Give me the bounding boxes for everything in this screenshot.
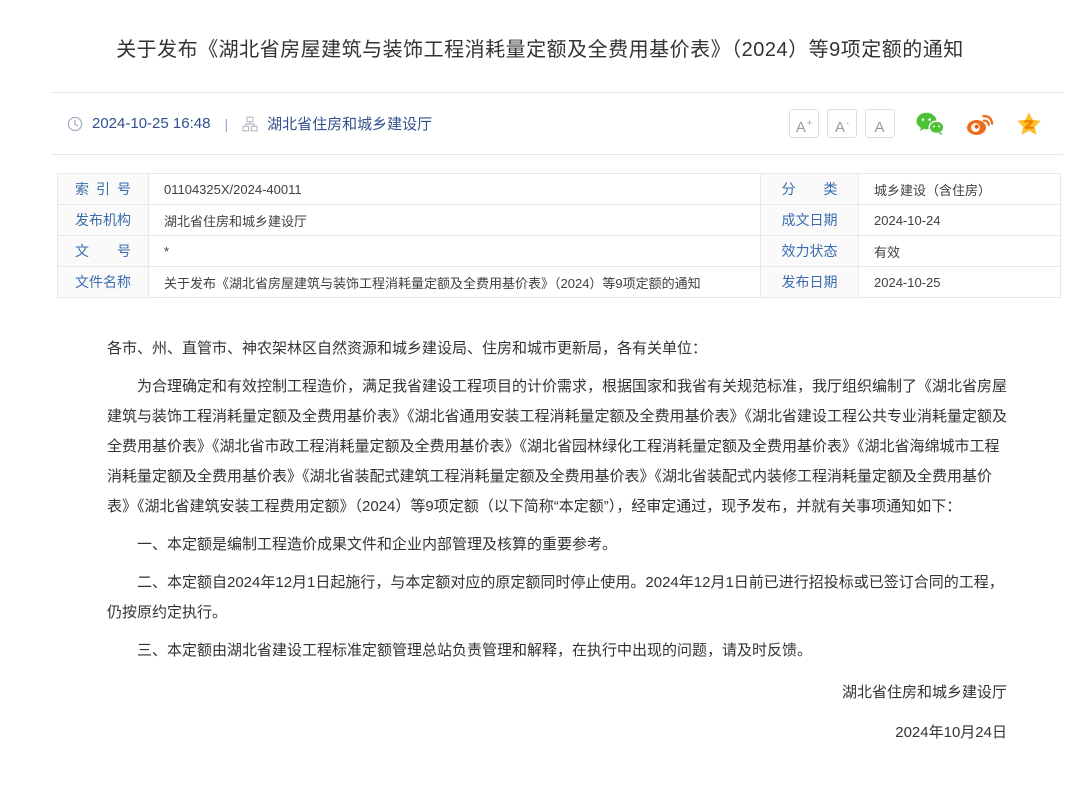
article-page: 关于发布《湖北省房屋建筑与装饰工程消耗量定额及全费用基价表》（2024）等9项定… <box>0 34 1080 748</box>
signature-agency: 湖北省住房和城乡建设厅 <box>107 678 1007 708</box>
article-body: 各市、州、直管市、神农架林区自然资源和城乡建设局、住房和城市更新局，各有关单位：… <box>107 334 1007 748</box>
page-title: 关于发布《湖北省房屋建筑与装饰工程消耗量定额及全费用基价表》（2024）等9项定… <box>60 34 1020 66</box>
document-title-value: 关于发布《湖北省房屋建筑与装饰工程消耗量定额及全费用基价表》（2024）等9项定… <box>149 267 761 298</box>
paragraph-item-3: 三、本定额由湖北省建设工程标准定额管理总站负责管理和解释，在执行中出现的问题，请… <box>107 636 1007 666</box>
written-date-label: 成文日期 <box>761 205 859 236</box>
meta-right: A+ A- A <box>781 109 1043 138</box>
font-increase-button[interactable]: A+ <box>789 109 819 138</box>
document-info-table: 索引号 01104325X/2024-40011 分类 城乡建设（含住房） 发布… <box>57 173 1061 298</box>
document-title-label: 文件名称 <box>58 267 149 298</box>
meta-left: 2024-10-25 16:48 | 湖北省住房和城乡建设厅 <box>67 113 432 134</box>
table-row: 发布机构 湖北省住房和城乡建设厅 成文日期 2024-10-24 <box>58 205 1061 236</box>
validity-status-value: 有效 <box>859 236 1061 267</box>
salutation: 各市、州、直管市、神农架林区自然资源和城乡建设局、住房和城市更新局，各有关单位： <box>107 334 1007 364</box>
category-value: 城乡建设（含住房） <box>859 174 1061 205</box>
paragraph-item-1: 一、本定额是编制工程造价成果文件和企业内部管理及核算的重要参考。 <box>107 530 1007 560</box>
category-label: 分类 <box>761 174 859 205</box>
written-date-value: 2024-10-24 <box>859 205 1061 236</box>
issuing-agency-label: 发布机构 <box>58 205 149 236</box>
organization-icon <box>242 116 258 132</box>
wechat-share-icon[interactable] <box>915 111 945 137</box>
paragraph: 为合理确定和有效控制工程造价，满足我省建设工程项目的计价需求，根据国家和我省有关… <box>107 372 1007 522</box>
table-row: 索引号 01104325X/2024-40011 分类 城乡建设（含住房） <box>58 174 1061 205</box>
meta-separator: | <box>224 116 228 132</box>
table-row: 文件名称 关于发布《湖北省房屋建筑与装饰工程消耗量定额及全费用基价表》（2024… <box>58 267 1061 298</box>
source-agency-link[interactable]: 湖北省住房和城乡建设厅 <box>267 113 432 134</box>
clock-icon <box>67 116 83 132</box>
meta-bar: 2024-10-25 16:48 | 湖北省住房和城乡建设厅 A+ A- A <box>51 93 1063 154</box>
paragraph-item-2: 二、本定额自2024年12月1日起施行，与本定额对应的原定额同时停止使用。202… <box>107 568 1007 628</box>
publish-date-value: 2024-10-25 <box>859 267 1061 298</box>
issuing-agency-value: 湖北省住房和城乡建设厅 <box>149 205 761 236</box>
qzone-share-icon[interactable] <box>1015 111 1043 137</box>
divider <box>51 154 1063 155</box>
index-number-value: 01104325X/2024-40011 <box>149 174 761 205</box>
validity-status-label: 效力状态 <box>761 236 859 267</box>
weibo-share-icon[interactable] <box>965 111 995 137</box>
font-default-button[interactable]: A <box>865 109 895 138</box>
font-decrease-button[interactable]: A- <box>827 109 857 138</box>
document-number-value: * <box>149 236 761 267</box>
publish-date-label: 发布日期 <box>761 267 859 298</box>
publish-datetime: 2024-10-25 16:48 <box>92 115 210 132</box>
document-number-label: 文号 <box>58 236 149 267</box>
index-number-label: 索引号 <box>58 174 149 205</box>
table-row: 文号 * 效力状态 有效 <box>58 236 1061 267</box>
signature-date: 2024年10月24日 <box>107 718 1007 748</box>
